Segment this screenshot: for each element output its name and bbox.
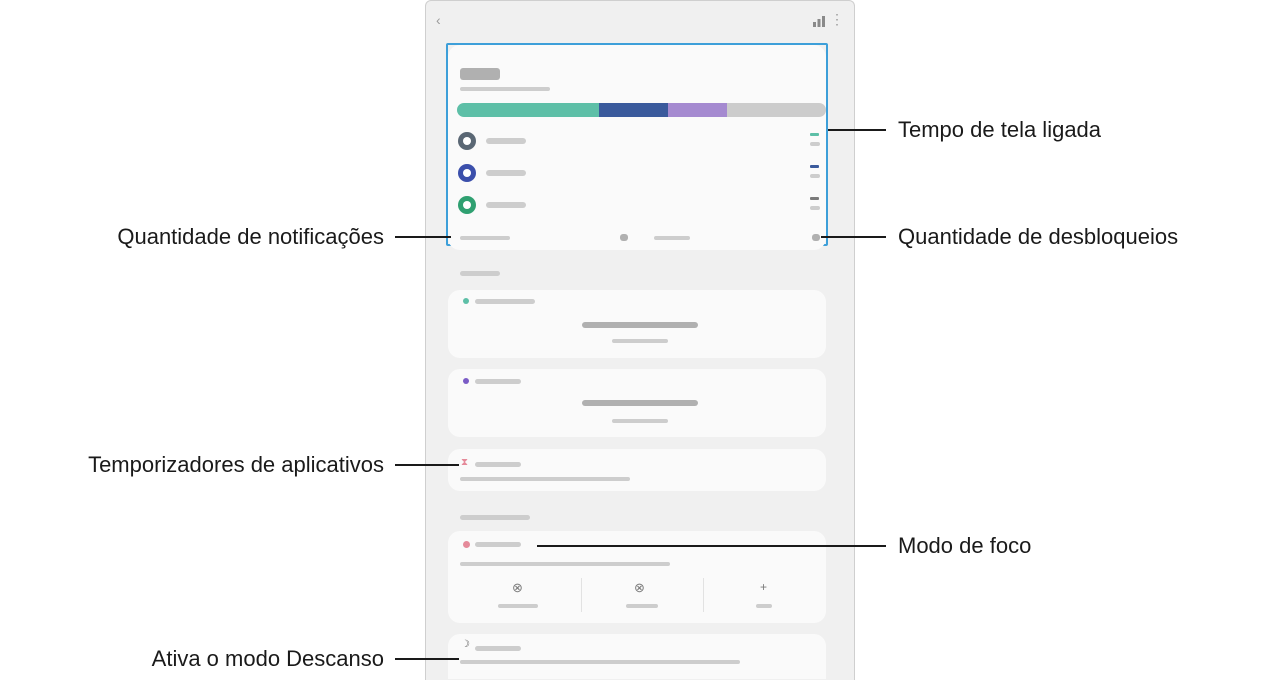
callout-unlocks: Quantidade de desbloqueios	[898, 224, 1179, 249]
moon-icon: ☽	[461, 639, 470, 650]
wind-down-card[interactable]	[448, 634, 826, 679]
bar-chart-icon[interactable]	[812, 15, 826, 27]
unlock-goal-title	[475, 379, 521, 384]
focus-mode-title	[475, 542, 521, 547]
callout-line-app-timers	[395, 464, 459, 466]
focus-study-icon: ⊗	[634, 580, 645, 595]
unlocks-count-row[interactable]	[654, 236, 690, 240]
unlock-goal-sub	[612, 419, 668, 423]
callout-line-notifications	[395, 236, 451, 238]
callout-notifications: Quantidade de notificações	[117, 224, 384, 249]
goal-title	[475, 299, 535, 304]
focus-work-label	[498, 604, 538, 608]
callout-line-focus	[537, 545, 886, 547]
callout-line-unlocks	[821, 236, 886, 238]
goal-dot-icon	[463, 298, 469, 304]
app-timers-title	[475, 462, 521, 467]
focus-btn-work[interactable]: ⊗	[460, 574, 580, 618]
top-bar: ‹ ⋮	[426, 1, 854, 41]
lock-goal-icon	[463, 378, 469, 384]
callout-app-timers: Temporizadores de aplicativos	[88, 452, 384, 477]
add-icon: +	[760, 580, 768, 594]
unlocks-count-value	[812, 234, 820, 241]
hourglass-icon: ⧗	[461, 457, 469, 468]
notifications-count-value	[620, 234, 628, 241]
focus-btn-study[interactable]: ⊗	[582, 574, 702, 618]
back-arrow-icon[interactable]: ‹	[436, 13, 441, 27]
focus-mode-icon	[463, 541, 470, 548]
focus-add-label	[756, 604, 772, 608]
goal-message	[582, 322, 698, 328]
section-header-disconnect	[460, 515, 530, 520]
screen-time-highlight	[446, 43, 828, 246]
notifications-count-row[interactable]	[460, 236, 510, 240]
wind-down-desc	[460, 660, 740, 664]
unlock-goal-message	[582, 400, 698, 406]
callout-wind-down: Ativa o modo Descanso	[151, 646, 384, 671]
focus-btn-add[interactable]: +	[704, 574, 824, 618]
focus-mode-desc	[460, 562, 670, 566]
goal-sub	[612, 339, 668, 343]
more-options-icon[interactable]: ⋮	[830, 12, 844, 26]
focus-study-label	[626, 604, 658, 608]
wind-down-title	[475, 646, 521, 651]
callout-screen-time: Tempo de tela ligada	[898, 117, 1102, 142]
callout-line-screen-time	[828, 129, 886, 131]
app-timers-desc	[460, 477, 630, 481]
app-timers-card[interactable]	[448, 449, 826, 491]
callout-focus-mode: Modo de foco	[898, 533, 1032, 558]
section-header-goals	[460, 271, 500, 276]
callout-line-wind-down	[395, 658, 459, 660]
focus-work-icon: ⊗	[512, 580, 523, 595]
